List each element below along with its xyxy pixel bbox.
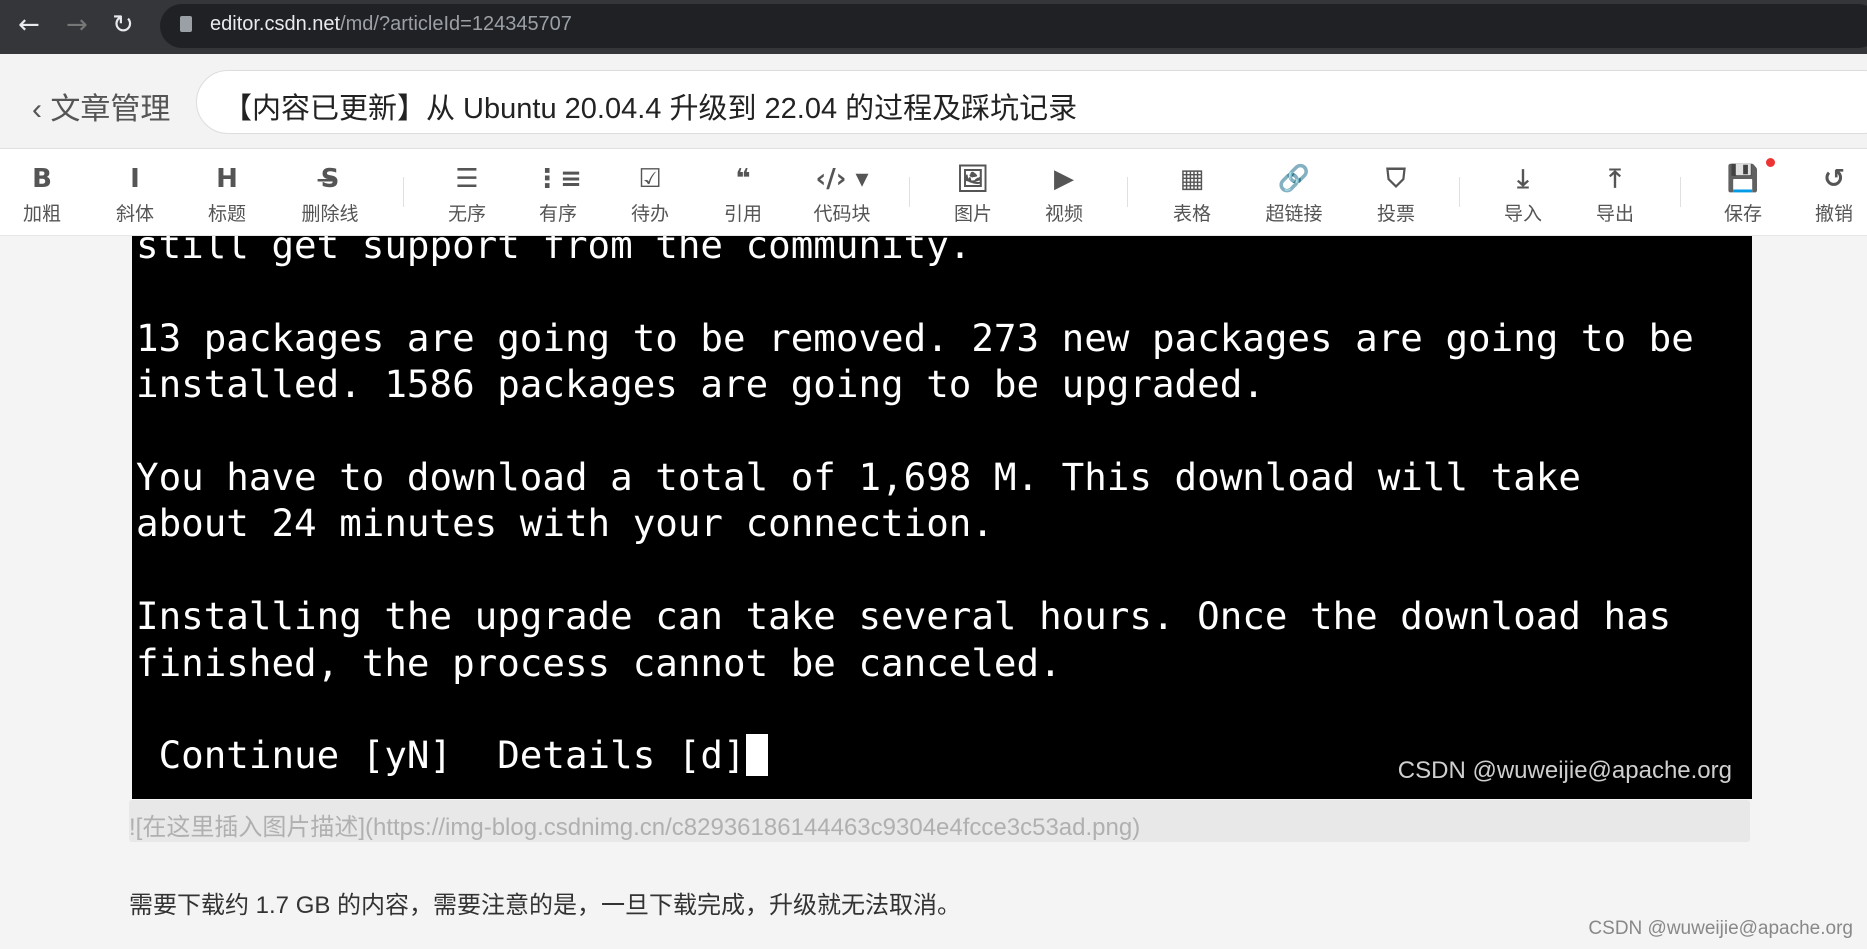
vote-button[interactable]: ⛉ 投票 (1351, 161, 1441, 226)
code-block-button[interactable]: ‹/› ▾ 代码块 (797, 161, 887, 226)
todo-label: 待办 (630, 204, 669, 225)
terminal-line: Continue [yN] Details [d] (136, 732, 768, 778)
undo-button[interactable]: ↺ 撤销 (1789, 161, 1867, 226)
toolbar-divider (403, 177, 404, 207)
terminal-line-text: Installing the upgrade can take several … (136, 594, 1672, 639)
unordered-list-icon: ☰ (455, 164, 479, 194)
title-input[interactable]: 【内容已更新】从 Ubuntu 20.04.4 升级到 22.04 的过程及踩坑… (196, 70, 1867, 134)
screenshot-image: CSDN @wuweijie@apache.org still get supp… (132, 236, 1752, 799)
toolbar-divider (909, 177, 910, 207)
back-label: 文章管理 (50, 93, 171, 126)
vote-label: 投票 (1376, 204, 1415, 225)
link-button[interactable]: 🔗 超链接 (1249, 161, 1339, 226)
terminal-line-text: 13 packages are going to be removed. 273… (136, 315, 1694, 360)
address-bar[interactable]: editor.csdn.net/md/?articleId=124345707 (160, 4, 1867, 48)
vote-icon: ⛉ (1386, 164, 1406, 194)
toolbar-divider (1127, 177, 1128, 207)
undo-label: 撤销 (1814, 204, 1853, 225)
import-button[interactable]: ⤓ 导入 (1478, 161, 1568, 226)
link-label: 超链接 (1265, 204, 1323, 225)
terminal-line: finished, the process cannot be canceled… (136, 640, 1062, 686)
quote-icon: ❝ (735, 164, 751, 194)
image-watermark: CSDN @wuweijie@apache.org (1397, 757, 1732, 784)
import-label: 导入 (1503, 204, 1542, 225)
bold-label: 加粗 (22, 204, 61, 225)
italic-icon: I (130, 164, 140, 194)
url-text: editor.csdn.net/md/?articleId=124345707 (210, 13, 572, 36)
table-label: 表格 (1172, 204, 1211, 225)
browser-bar: ← → ↻ editor.csdn.net/md/?articleId=1243… (0, 0, 1867, 54)
video-button[interactable]: ▶ 视频 (1019, 161, 1109, 226)
save-label: 保存 (1723, 204, 1762, 225)
article-management-link[interactable]: ‹ 文章管理 (32, 84, 170, 128)
image-icon: 🖼 (956, 164, 990, 194)
heading-label: 标题 (207, 204, 246, 225)
code-block-label: 代码块 (813, 204, 871, 225)
image-button[interactable]: 🖼 图片 (928, 161, 1018, 226)
bold-icon: B (32, 164, 52, 194)
editor-toolbar: B 加粗 I 斜体 H 标题 S̶ 删除线 ☰ 无序 ⋮≡ 有序 ☑ 待办 ❝ 引用 ‹/› ▾ 代码块 🖼 图片 ▶ 视… (0, 149, 1867, 236)
toolbar-divider (1680, 177, 1681, 207)
code-block-icon: ‹/› ▾ (815, 164, 869, 194)
markdown-image-text: ![在这里插入图片描述](https://img-blog.csdnimg.cn… (129, 814, 1141, 841)
terminal-line: about 24 minutes with your connection. (136, 500, 994, 546)
markdown-image-line[interactable]: ![在这里插入图片描述](https://img-blog.csdnimg.cn… (129, 800, 1750, 842)
terminal-line-text: installed. 1586 packages are going to be… (136, 362, 1265, 407)
strikethrough-icon: S̶ (320, 164, 340, 194)
strikethrough-button[interactable]: S̶ 删除线 (285, 161, 375, 226)
link-icon: 🔗 (1277, 164, 1311, 194)
italic-label: 斜体 (115, 204, 154, 225)
toolbar-divider (1459, 177, 1460, 207)
ordered-list-icon: ⋮≡ (534, 164, 582, 194)
title-text: 【内容已更新】从 Ubuntu 20.04.4 升级到 22.04 的过程及踩坑… (223, 93, 1078, 125)
import-icon: ⤓ (1517, 164, 1529, 194)
export-label: 导出 (1595, 204, 1634, 225)
terminal-line-text: finished, the process cannot be canceled… (136, 640, 1062, 685)
video-label: 视频 (1044, 204, 1083, 225)
export-icon: ⤒ (1609, 164, 1621, 194)
todo-button[interactable]: ☑ 待办 (605, 161, 695, 226)
reload-icon[interactable]: ↻ (112, 10, 134, 40)
unordered-list-button[interactable]: ☰ 无序 (422, 161, 512, 226)
italic-button[interactable]: I 斜体 (90, 161, 180, 226)
terminal-line: 13 packages are going to be removed. 273… (136, 315, 1694, 361)
save-icon: 💾 (1726, 164, 1760, 194)
terminal-line-text: You have to download a total of 1,698 M.… (136, 455, 1581, 499)
forward-icon[interactable]: → (66, 10, 88, 40)
bold-button[interactable]: B 加粗 (0, 161, 87, 226)
terminal-line-text: still get support from the community. (136, 236, 972, 267)
export-button[interactable]: ⤒ 导出 (1570, 161, 1660, 226)
terminal-cursor (745, 734, 768, 777)
terminal-line: Installing the upgrade can take several … (136, 593, 1671, 639)
save-button[interactable]: 💾 保存 (1698, 161, 1788, 226)
table-icon: ▦ (1179, 164, 1205, 194)
title-row: ‹ 文章管理 【内容已更新】从 Ubuntu 20.04.4 升级到 22.04… (0, 54, 1867, 149)
quote-button[interactable]: ❝ 引用 (698, 161, 788, 226)
ordered-list-label: 有序 (538, 204, 577, 225)
terminal-line-text: Continue [yN] Details [d] (136, 733, 746, 778)
lock-icon (180, 16, 192, 32)
heading-button[interactable]: H 标题 (182, 161, 272, 226)
video-icon: ▶ (1054, 164, 1074, 194)
todo-icon: ☑ (638, 164, 662, 194)
terminal-line: still get support from the community. (136, 236, 971, 268)
heading-icon: H (216, 164, 238, 194)
image-label: 图片 (953, 204, 992, 225)
quote-label: 引用 (723, 204, 762, 225)
terminal-line-text: about 24 minutes with your connection. (136, 501, 994, 546)
unordered-list-label: 无序 (447, 204, 486, 225)
paragraph[interactable]: 需要下载约 1.7 GB 的内容，需要注意的是，一旦下载完成，升级就无法取消。 (129, 885, 961, 920)
page-watermark: CSDN @wuweijie@apache.org (1588, 918, 1853, 939)
url-path: /md/?articleId=124345707 (340, 13, 572, 35)
back-icon[interactable]: ← (18, 10, 40, 40)
url-host: editor.csdn.net (210, 13, 341, 35)
undo-icon: ↺ (1823, 164, 1845, 194)
ordered-list-button[interactable]: ⋮≡ 有序 (513, 161, 603, 226)
terminal-line: installed. 1586 packages are going to be… (136, 361, 1265, 407)
terminal-line: You have to download a total of 1,698 M.… (136, 454, 1581, 500)
table-button[interactable]: ▦ 表格 (1147, 161, 1237, 226)
strikethrough-label: 删除线 (301, 204, 359, 225)
